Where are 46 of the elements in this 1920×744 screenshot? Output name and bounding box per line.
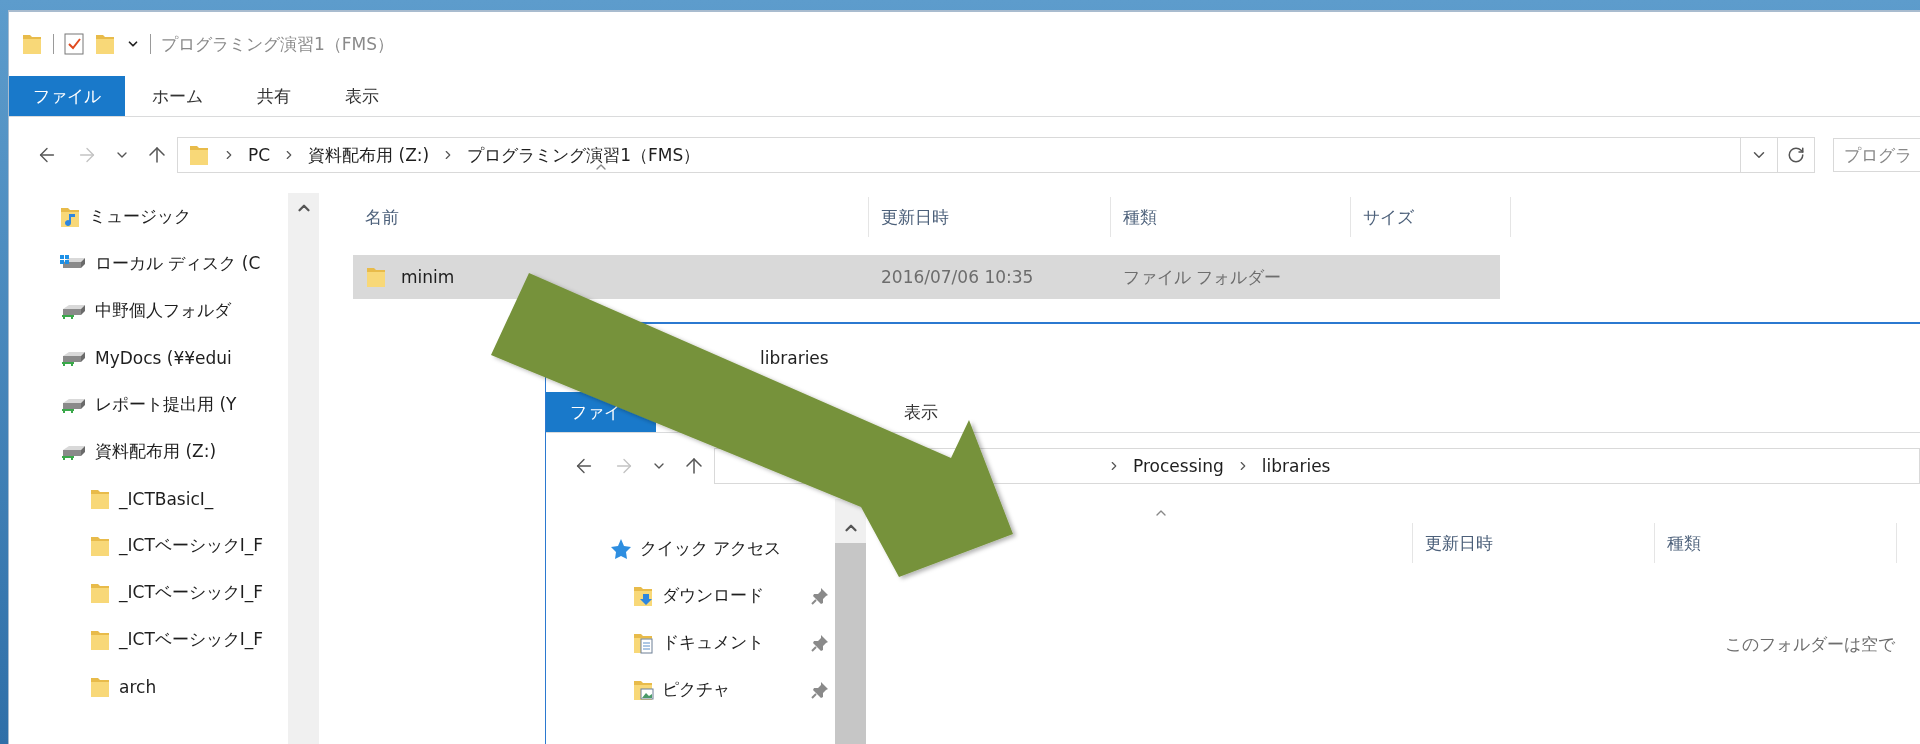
pin-icon[interactable] <box>811 586 829 605</box>
folder-icon <box>21 32 43 56</box>
ribbon-tab[interactable]: ホーム <box>125 76 230 116</box>
column-header[interactable]: 名前 <box>353 197 869 237</box>
column-header[interactable]: サイズ <box>1351 197 1511 237</box>
nav-item[interactable]: ローカル ディスク (C <box>9 240 288 287</box>
nav-item[interactable]: 資料配布用 (Z:) <box>9 428 288 475</box>
refresh-button[interactable] <box>1778 137 1815 173</box>
pin-icon[interactable] <box>811 680 829 699</box>
nav-item[interactable]: ダウンロード <box>546 572 835 619</box>
window-title: プログラミング演習1（FMS） <box>161 32 395 56</box>
nav-item[interactable]: 中野個人フォルダ <box>9 287 288 334</box>
pin-icon[interactable] <box>811 633 829 652</box>
ribbon-tab[interactable]: 表示 <box>898 392 944 432</box>
column-header[interactable]: 更新日時 <box>869 197 1111 237</box>
nav-item[interactable]: arch <box>9 663 288 710</box>
ribbon-tab[interactable]: ファイル <box>9 76 125 116</box>
nav-item[interactable]: _ICTベーシックI_F <box>9 616 288 663</box>
nav-item[interactable]: クイック アクセス <box>546 525 835 572</box>
nav-item[interactable]: _ICTBasicI_ <box>9 475 288 522</box>
search-field[interactable]: プログラ <box>1833 138 1920 172</box>
nav-item[interactable]: _ICTベーシックI_F <box>9 569 288 616</box>
folder-icon <box>365 265 387 289</box>
column-header[interactable]: 更新日時 <box>1413 523 1655 563</box>
address-bar[interactable]: PC 資料配布用 (Z:) プログラミング演習1（FMS） <box>177 137 1741 173</box>
ribbon-tab[interactable]: 共有 <box>230 76 318 116</box>
nav-item[interactable]: ドキュメント <box>546 619 835 666</box>
refresh-icon <box>1787 146 1805 164</box>
nav-item[interactable]: MyDocs (¥¥edui <box>9 334 288 381</box>
nav-item[interactable]: レポート提出用 (Y <box>9 381 288 428</box>
nav-item[interactable]: _ICTベーシックI_F <box>9 522 288 569</box>
folder-icon <box>188 143 210 167</box>
empty-folder-message: このフォルダーは空で <box>1725 633 1895 656</box>
window-title: libraries <box>760 348 829 368</box>
file-row[interactable]: minim 2016/07/06 10:35 ファイル フォルダー <box>353 255 1500 299</box>
star-icon <box>610 537 632 560</box>
scrollbar[interactable] <box>835 499 866 744</box>
checklist-icon[interactable] <box>64 33 84 55</box>
scrollbar[interactable] <box>288 193 319 744</box>
ribbon-tab[interactable]: 表示 <box>318 76 406 116</box>
nav-item[interactable]: ミュージック <box>9 193 288 240</box>
folder-icon <box>94 32 116 56</box>
nav-item[interactable]: ピクチャ <box>546 666 835 713</box>
column-header[interactable]: 種類 <box>1655 523 1897 563</box>
scrollbar-thumb[interactable] <box>835 543 866 744</box>
column-header[interactable]: 種類 <box>1111 197 1351 237</box>
